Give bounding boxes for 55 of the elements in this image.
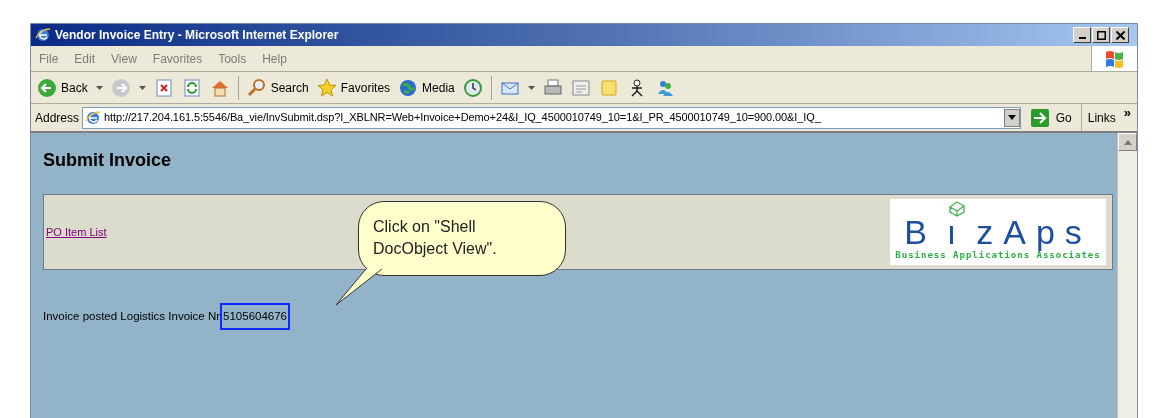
page-heading: Submit Invoice xyxy=(43,149,173,172)
logo-text: ı xyxy=(946,217,967,248)
dropdown-caret-icon[interactable] xyxy=(138,85,146,90)
links-button[interactable]: Links xyxy=(1087,109,1116,127)
window-title: Vendor Invoice Entry - Microsoft Internet Explorer xyxy=(55,27,340,44)
menu-item[interactable]: Edit xyxy=(74,49,96,68)
cube-icon xyxy=(947,201,966,218)
close-button[interactable] xyxy=(1111,27,1129,43)
printer-icon xyxy=(542,77,563,98)
refresh-icon xyxy=(181,77,202,98)
menu-item[interactable]: Favorites xyxy=(152,49,203,68)
logo-text: B xyxy=(904,217,937,248)
up-arrow-icon xyxy=(1123,139,1132,145)
browser-icon xyxy=(35,27,51,43)
chevron-button[interactable]: » xyxy=(1123,106,1131,119)
search-icon xyxy=(246,77,267,98)
menu-item[interactable]: View xyxy=(111,49,137,68)
search-button[interactable]: Search xyxy=(246,77,309,98)
minimize-icon xyxy=(1078,37,1086,39)
po-item-list-link[interactable]: PO Item List xyxy=(46,223,107,241)
maximize-icon xyxy=(1096,30,1106,40)
star-icon xyxy=(316,77,337,98)
page-icon xyxy=(85,109,102,126)
invoice-number: 5105604676 xyxy=(220,303,291,331)
minimize-button[interactable] xyxy=(1073,27,1091,43)
address-field[interactable]: http://217.204.161.5:5546/Ba_vie/InvSubmit.dsp?I_XBLNR=Web+Invoice+Demo+24&I_IQ_4500010749_10=1&I_PR_4500010749_10=900.00&I_IQ_ xyxy=(82,106,1021,129)
windows-logo xyxy=(1103,48,1126,69)
menu-item[interactable]: Help xyxy=(262,49,287,68)
scrollbar[interactable] xyxy=(1117,133,1137,418)
history-icon xyxy=(462,77,483,98)
history-button[interactable] xyxy=(462,77,483,98)
back-button[interactable]: Back xyxy=(37,77,88,98)
stop-icon xyxy=(153,77,174,98)
scroll-up-button[interactable] xyxy=(1118,133,1137,151)
globe-icon xyxy=(398,77,419,98)
dropdown-button[interactable] xyxy=(1003,108,1020,127)
menu-item[interactable]: Tools xyxy=(218,49,247,68)
media-button[interactable]: Media xyxy=(398,77,455,98)
menu-item[interactable]: File xyxy=(39,49,59,68)
close-icon xyxy=(1115,30,1125,40)
dropdown-caret-icon xyxy=(1007,115,1016,120)
stop-button[interactable] xyxy=(153,77,174,98)
logo-tagline: Business Applications Associates xyxy=(895,250,1101,263)
dropdown-caret-icon[interactable] xyxy=(95,85,103,90)
maximize-button[interactable] xyxy=(1092,27,1110,43)
go-button[interactable]: Go xyxy=(1023,107,1078,128)
status-message: Invoice posted Logistics Invoice Nr xyxy=(43,309,221,324)
refresh-button[interactable] xyxy=(181,77,202,98)
callout-bubble: Click on "Shell DocObject View". xyxy=(358,201,566,276)
favorites-button[interactable]: Favorites xyxy=(316,77,391,98)
document-icon xyxy=(570,77,591,98)
dropdown-caret-icon[interactable] xyxy=(527,85,535,90)
print-button[interactable] xyxy=(542,77,563,98)
address-label: Address xyxy=(35,109,80,127)
note-icon xyxy=(598,77,619,98)
